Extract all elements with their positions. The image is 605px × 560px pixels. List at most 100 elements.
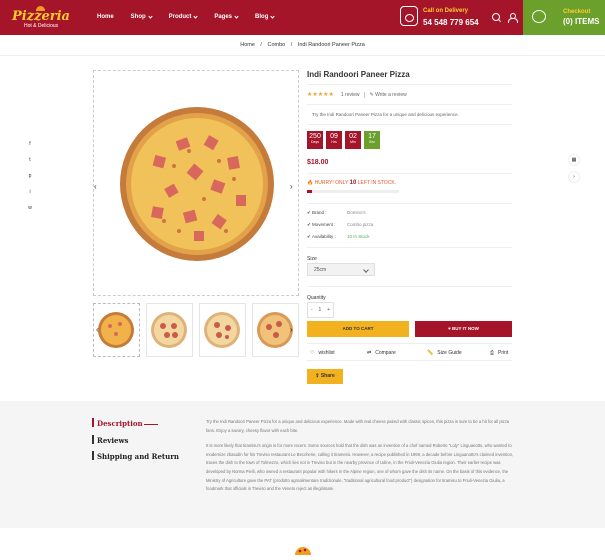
chevron-down-icon (193, 13, 198, 19)
instagram-icon[interactable]: i (25, 187, 35, 197)
logo-text: Pizzeria (12, 9, 70, 24)
site-header: Pizzeria Hot & Delicious Home Shop Produ… (0, 0, 605, 35)
meta-key: Movement : (312, 222, 336, 227)
share-button[interactable]: ⇪ Share (307, 369, 343, 384)
meta-brand: ✔ Brand : Domino's (307, 210, 366, 215)
delivery-info[interactable]: Call on Delivery 54 548 779 654 (400, 6, 480, 30)
delivery-phone: 54 548 779 654 (423, 18, 479, 27)
breadcrumb-current: Indi Randoori Paneer Pizza (297, 42, 365, 48)
next-image-arrow[interactable]: › (290, 182, 293, 191)
meta-movement: ✔ Movement : Combo pizza (307, 222, 374, 227)
countdown-hours: 09 Hrs (326, 131, 342, 149)
pizza-icon (295, 547, 311, 555)
thumbnail-pizza (151, 312, 187, 348)
description-paragraph: It is more likely that tiramisu's origin… (206, 443, 514, 492)
whatsapp-icon[interactable]: w (25, 203, 35, 213)
thumbnail-pizza (98, 312, 134, 348)
compare-button[interactable]: ⇄ Compare (367, 350, 396, 356)
meta-key: Availability : (312, 234, 336, 239)
countdown-timer: 250 Days 09 Hrs 02 Min 17 Sec (307, 131, 380, 149)
tab-indicator (92, 418, 94, 427)
wishlist-button[interactable]: ♡ wishlist (310, 350, 335, 356)
nav-shop[interactable]: Shop (131, 13, 153, 20)
tab-indicator (92, 451, 94, 460)
share-label: Share (320, 373, 335, 379)
countdown-value: 09 (330, 133, 338, 140)
tab-shipping[interactable]: Shipping and Return (97, 452, 179, 461)
size-guide-button[interactable]: 📏 Size Guide (427, 350, 462, 356)
short-description: Try the Indi Randoori Paneer Pizza for a… (312, 112, 459, 117)
countdown-value: 250 (309, 133, 321, 140)
quantity-label: Quantity (307, 295, 326, 301)
countdown-value: 02 (349, 133, 357, 140)
compare-icon: ⇄ (367, 350, 372, 356)
countdown-value: 17 (368, 133, 376, 140)
user-icon[interactable] (508, 13, 518, 23)
divider (307, 343, 512, 344)
divider (307, 360, 512, 361)
size-select[interactable]: 25cm (307, 263, 375, 276)
countdown-days: 250 Days (307, 131, 323, 149)
qty-plus-button[interactable]: + (327, 307, 330, 313)
rating-stars[interactable]: ★★★★★ (307, 91, 334, 98)
add-to-cart-button[interactable]: ADD TO CART (307, 321, 409, 337)
breadcrumb-home[interactable]: Home (240, 42, 255, 48)
footer-logo-icon[interactable] (294, 541, 312, 555)
thumbnail[interactable] (146, 303, 193, 357)
nav-pages-label: Pages (214, 14, 233, 20)
countdown-minutes: 02 Min (345, 131, 361, 149)
divider (307, 104, 512, 105)
print-button[interactable]: ⎙ Print (490, 350, 508, 356)
qty-minus-button[interactable]: - (311, 307, 313, 313)
pinterest-icon[interactable]: p (25, 171, 35, 181)
breadcrumb-combo[interactable]: Combo (267, 42, 285, 48)
long-description: Try the Indi Randoori Paneer Pizza for a… (206, 418, 516, 501)
quantity-stepper[interactable]: - 1 + (307, 302, 334, 318)
chevron-right-icon[interactable]: › (569, 172, 579, 182)
breadcrumb-separator: / (260, 42, 262, 48)
buy-now-button[interactable]: ♥ BUY IT NOW (415, 321, 512, 337)
logo[interactable]: Pizzeria Hot & Delicious (8, 6, 70, 30)
hurry-prefix: HURRY! ONLY (314, 180, 349, 186)
buy-now-label: BUY IT NOW (452, 326, 479, 331)
nav-blog-label: Blog (255, 14, 269, 20)
chevron-down-icon (148, 13, 153, 19)
nav-blog[interactable]: Blog (255, 13, 275, 20)
heart-icon: ♡ (310, 350, 315, 356)
thumbnail[interactable] (199, 303, 246, 357)
grid-view-icon[interactable]: ▦ (569, 155, 579, 165)
next-thumb-arrow[interactable]: › (290, 325, 293, 334)
delivery-scooter-icon (400, 6, 418, 26)
meta-value[interactable]: Combo pizza (347, 222, 373, 227)
stock-progress-bar (307, 190, 399, 193)
meta-value[interactable]: Domino's (347, 210, 366, 215)
main-nav: Home Shop Product Pages Blog (97, 13, 291, 20)
search-icon[interactable] (492, 13, 500, 21)
delivery-label: Call on Delivery (423, 8, 469, 14)
tab-reviews[interactable]: Reviews (97, 436, 128, 445)
qty-value[interactable]: 1 (318, 307, 321, 313)
tab-description[interactable]: Description (97, 419, 143, 428)
nav-product[interactable]: Product (169, 13, 198, 20)
nav-home-label: Home (97, 14, 114, 20)
facebook-icon[interactable]: f (25, 139, 35, 149)
divider (307, 286, 512, 287)
nav-home[interactable]: Home (97, 14, 114, 20)
nav-pages[interactable]: Pages (214, 13, 239, 20)
chevron-down-icon (270, 13, 275, 19)
review-count[interactable]: 1 review (341, 92, 360, 98)
share-icon: ⇪ (315, 373, 320, 379)
write-review-link[interactable]: ✎ Write a review (363, 91, 407, 98)
prev-thumb-arrow[interactable]: ‹ (96, 325, 99, 334)
thumbnail[interactable] (93, 303, 140, 357)
bicycle-icon (532, 10, 546, 23)
cart-checkout[interactable]: Checkout (0) ITEMS (523, 0, 605, 35)
chevron-down-icon (234, 13, 239, 19)
header-divider (0, 55, 605, 56)
product-title: Indi Randoori Paneer Pizza (307, 70, 410, 79)
description-paragraph: Try the Indi Randoori Paneer Pizza for a… (206, 419, 510, 433)
twitter-icon[interactable]: t (25, 155, 35, 165)
prev-image-arrow[interactable]: ‹ (94, 182, 97, 191)
product-main-image[interactable] (93, 70, 299, 296)
tab-underline (144, 424, 158, 425)
